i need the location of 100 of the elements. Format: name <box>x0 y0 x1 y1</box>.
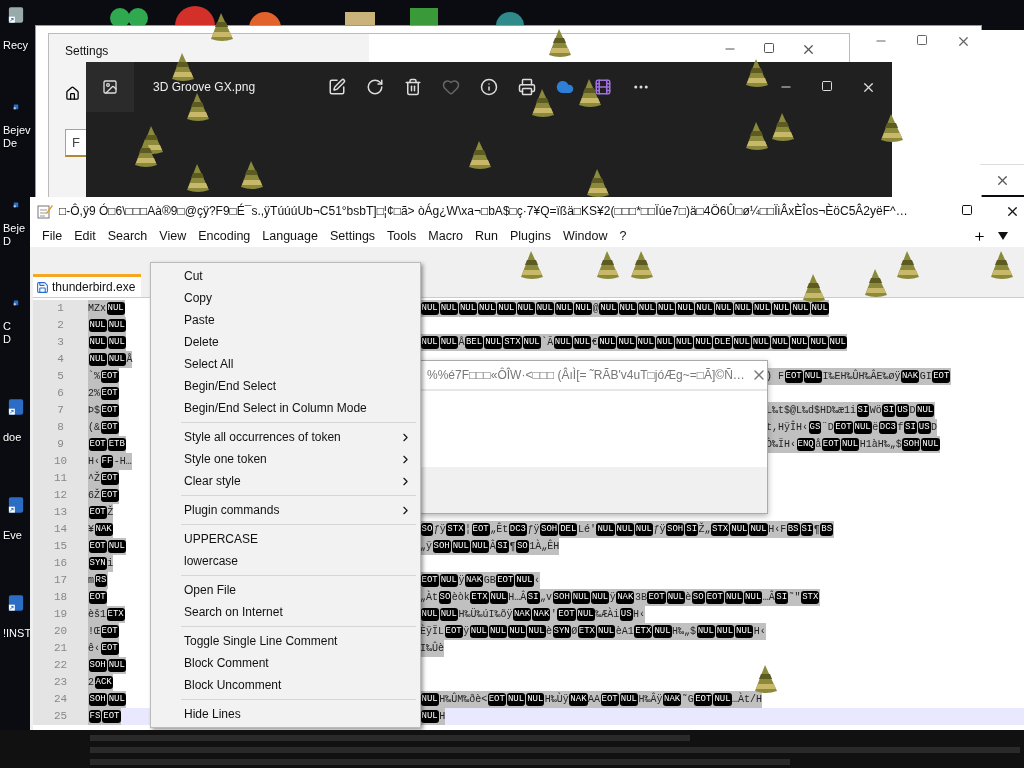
home-icon[interactable] <box>65 86 80 101</box>
dropdown-icon[interactable] <box>998 232 1008 240</box>
control-code: EOT <box>444 625 463 638</box>
control-code: NUL <box>921 438 940 451</box>
control-code: SOH <box>540 523 559 536</box>
code-text: L‰t$@L‰d$HD‰æ1i <box>766 405 856 416</box>
control-code: NUL <box>439 336 458 349</box>
menu-item[interactable]: Edit <box>68 229 102 243</box>
file-tab[interactable]: thunderbird.exe <box>33 274 142 297</box>
menu-item[interactable]: Begin/End Select <box>151 375 420 397</box>
gallery-button[interactable] <box>86 62 134 112</box>
menu-item[interactable]: Language <box>256 229 324 243</box>
heart-icon[interactable] <box>442 78 460 96</box>
code-text: ¥ <box>88 524 94 535</box>
cloud-icon[interactable] <box>556 78 574 96</box>
menu-item[interactable]: Tools <box>381 229 423 243</box>
code-text: å <box>815 439 822 450</box>
control-code: NUL <box>790 336 809 349</box>
control-code: NUL <box>724 591 744 604</box>
menu-item[interactable]: Window <box>556 229 614 243</box>
control-code: SYN <box>552 625 571 638</box>
code-text: D <box>909 405 916 416</box>
desktop-icon-label: D <box>3 235 12 248</box>
menu-item[interactable]: Style one token <box>151 448 420 470</box>
menu-item[interactable]: Begin/End Select in Column Mode <box>151 397 420 419</box>
control-code: NUL <box>439 574 458 587</box>
control-code: NUL <box>618 302 637 315</box>
control-code: EOT <box>487 693 506 706</box>
plus-icon[interactable] <box>973 229 986 243</box>
menu-item[interactable]: Select All <box>151 353 420 375</box>
code-text: H <box>439 711 446 722</box>
menu-item[interactable]: Paste <box>151 309 420 331</box>
code-text: 6Ž <box>88 490 100 501</box>
control-code: NUL <box>771 336 790 349</box>
cone-creature-icon <box>520 250 544 280</box>
code-text: H…Â <box>508 592 527 603</box>
control-code: EOT <box>471 523 490 536</box>
menu-item[interactable]: Open File <box>151 579 420 601</box>
control-code: NUL <box>598 336 617 349</box>
code-text: H‹ <box>753 626 766 637</box>
control-code: NUL <box>522 336 541 349</box>
control-code: SI <box>856 404 870 417</box>
menu-item[interactable]: Search on Internet <box>151 601 420 623</box>
control-code: NUL <box>714 302 733 315</box>
control-code: STX <box>801 591 820 604</box>
menu-item[interactable]: View <box>153 229 193 243</box>
menu-item[interactable]: Macro <box>422 229 470 243</box>
maximize-icon[interactable] <box>763 42 775 54</box>
control-code: EOT <box>100 625 119 638</box>
desktop-icon-label: !INST <box>3 627 32 640</box>
control-code: BS <box>786 523 800 536</box>
control-code: NUL <box>516 302 535 315</box>
code-text: …Àt/H <box>732 694 763 705</box>
film-icon[interactable] <box>594 78 612 96</box>
maximize-icon[interactable] <box>961 203 973 216</box>
menu-item[interactable]: Plugins <box>503 229 557 243</box>
menu-item[interactable]: UPPERCASE <box>151 528 420 550</box>
code-text: ƒÿ <box>527 524 540 535</box>
menu-item[interactable]: Search <box>101 229 154 243</box>
code-text: I‰Ûè <box>420 643 444 654</box>
menu-item[interactable]: Toggle Single Line Comment <box>151 630 420 652</box>
control-code: EOT <box>784 370 803 383</box>
menu-item[interactable]: Cut <box>151 265 420 287</box>
code-text: è <box>546 626 553 637</box>
menu-item[interactable]: Hide Lines <box>151 703 420 725</box>
menu-item[interactable]: ? <box>613 229 633 243</box>
control-code: NUL <box>439 302 458 315</box>
menu-item[interactable]: Block Comment <box>151 652 420 674</box>
line-number: 19 <box>33 606 88 623</box>
control-code: NUL <box>489 591 508 604</box>
menu-item[interactable]: Block Uncomment <box>151 674 420 696</box>
control-code: NUL <box>751 336 770 349</box>
control-code: SI <box>526 591 540 604</box>
code-text: Ž„ <box>698 524 711 535</box>
cone-creature-icon <box>171 52 195 82</box>
info-icon[interactable] <box>480 78 498 96</box>
code-text: ¨D <box>821 422 834 433</box>
printer-icon[interactable] <box>518 78 536 96</box>
menu-item[interactable]: Encoding <box>192 229 257 243</box>
menu-item[interactable]: Copy <box>151 287 420 309</box>
line-number: 10 <box>33 453 88 470</box>
menu-item[interactable]: lowercase <box>151 550 420 572</box>
close-icon[interactable] <box>801 42 816 57</box>
control-code: NUL <box>554 302 574 315</box>
trash-icon[interactable] <box>404 78 422 96</box>
edit-icon[interactable] <box>328 78 346 96</box>
search-field[interactable]: F <box>65 129 87 157</box>
menu-item[interactable]: Delete <box>151 331 420 353</box>
menu-item[interactable]: Style all occurrences of token <box>151 426 420 448</box>
control-code: NUL <box>810 302 829 315</box>
rotate-icon[interactable] <box>366 78 384 96</box>
code-text: Å <box>126 354 133 365</box>
control-code: NUL <box>484 336 503 349</box>
menu-item[interactable]: Settings <box>323 229 382 243</box>
menu-item[interactable]: Clear style <box>151 470 420 492</box>
control-code: NUL <box>553 336 572 349</box>
menu-item[interactable]: File <box>36 229 69 243</box>
control-code: NUL <box>655 336 674 349</box>
menu-item[interactable]: Run <box>469 229 504 243</box>
menu-item[interactable]: Plugin commands <box>151 499 420 521</box>
